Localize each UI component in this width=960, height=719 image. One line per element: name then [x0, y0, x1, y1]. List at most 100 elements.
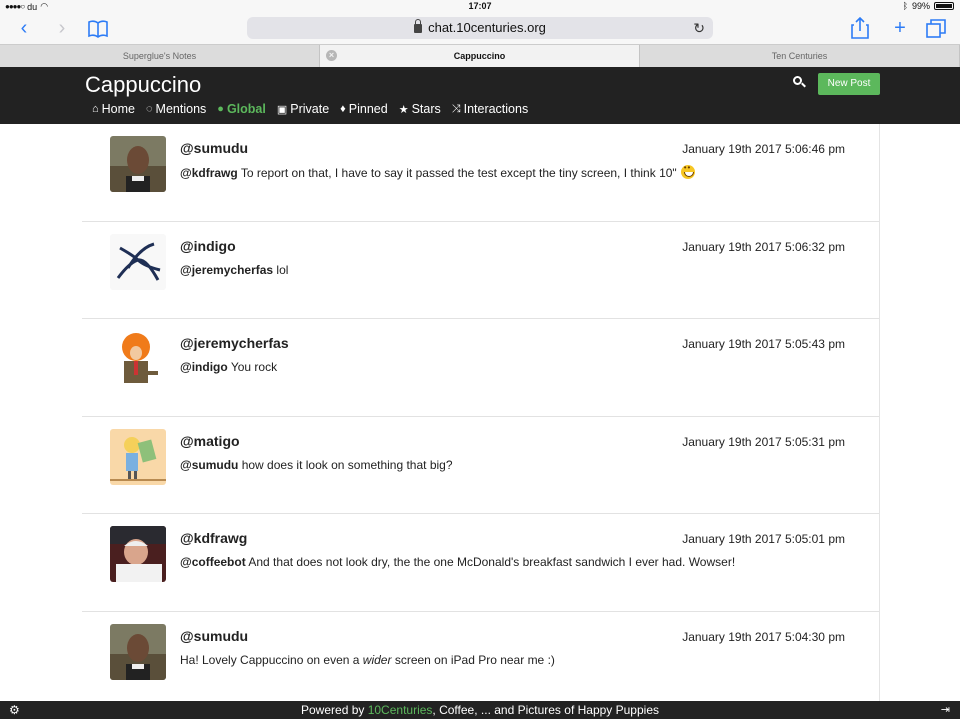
- post-timestamp[interactable]: January 19th 2017 5:06:32 pm: [682, 240, 845, 254]
- lock-icon: [414, 19, 423, 33]
- avatar[interactable]: [110, 526, 166, 583]
- browser-tabs: Superglue's Notes × Cappuccino Ten Centu…: [0, 44, 960, 67]
- nav-label: Interactions: [463, 102, 529, 116]
- url-text: chat.10centuries.org: [428, 20, 546, 35]
- star-icon: ★: [398, 103, 409, 116]
- back-icon[interactable]: ‹: [10, 16, 38, 40]
- nav-label: Private: [290, 102, 330, 116]
- nav-label: Pinned: [348, 102, 388, 116]
- post-username[interactable]: @sumudu: [180, 628, 248, 644]
- status-bar: ●●●●○ du ◠ 17:07 ᛒ 99%: [0, 0, 960, 14]
- tab-cappuccino[interactable]: × Cappuccino: [320, 45, 640, 67]
- main-nav: ⌂ Home ◌ Mentions ● Global ▣ Private ♦ Pinned…: [92, 102, 528, 116]
- post-username[interactable]: @indigo: [180, 238, 236, 254]
- post-timestamp[interactable]: January 19th 2017 5:05:31 pm: [682, 435, 845, 449]
- post-emphasis: wider: [362, 652, 392, 667]
- close-tab-icon[interactable]: ×: [326, 50, 337, 61]
- post-username[interactable]: @matigo: [180, 433, 240, 449]
- post-text: @kdfrawg To report on that, I have to sa…: [180, 163, 695, 180]
- post-item[interactable]: @indigo January 19th 2017 5:06:32 pm @je…: [82, 222, 879, 320]
- post-text: Ha! Lovely Cappuccino on even a wider sc…: [180, 653, 555, 667]
- avatar[interactable]: [110, 428, 166, 485]
- nav-private[interactable]: ▣ Private: [277, 102, 329, 116]
- nav-label: Home: [101, 102, 135, 116]
- post-timestamp[interactable]: January 19th 2017 5:05:43 pm: [682, 337, 845, 351]
- post-text: @indigo You rock: [180, 360, 277, 374]
- speech-bubbles-icon: ◌: [146, 103, 153, 115]
- post-body: how does it look on something that big?: [238, 457, 453, 472]
- tab-label: Ten Centuries: [771, 51, 828, 61]
- post-mention[interactable]: @sumudu: [180, 458, 238, 472]
- timeline: @sumudu January 19th 2017 5:06:46 pm @kd…: [82, 124, 880, 701]
- avatar[interactable]: [110, 623, 166, 680]
- tab-label: Superglue's Notes: [122, 51, 197, 61]
- bookmarks-icon[interactable]: [84, 16, 112, 45]
- home-icon: ⌂: [92, 103, 99, 115]
- globe-icon: ●: [217, 103, 224, 115]
- new-tab-icon[interactable]: +: [886, 16, 914, 40]
- nav-pinned[interactable]: ♦ Pinned: [340, 102, 388, 116]
- post-timestamp[interactable]: January 19th 2017 5:06:46 pm: [682, 142, 845, 156]
- post-timestamp[interactable]: January 19th 2017 5:04:30 pm: [682, 630, 845, 644]
- reload-icon[interactable]: ↻: [693, 17, 705, 39]
- avatar[interactable]: [110, 331, 166, 388]
- post-item[interactable]: @jeremycherfas January 19th 2017 5:05:43…: [82, 319, 879, 417]
- post-mention[interactable]: @coffeebot: [180, 555, 246, 569]
- post-timestamp[interactable]: January 19th 2017 5:05:01 pm: [682, 532, 845, 546]
- shuffle-icon: ⤨: [451, 102, 461, 115]
- post-body: And that does not look dry, the the one …: [245, 555, 736, 570]
- post-item[interactable]: @sumudu January 19th 2017 5:04:30 pm Ha!…: [82, 612, 879, 701]
- nav-interactions[interactable]: ⤨ Interactions: [452, 102, 528, 116]
- sign-out-icon[interactable]: ⇥: [941, 701, 950, 719]
- post-body: Ha! Lovely Cappuccino on even a: [180, 652, 363, 667]
- avatar[interactable]: [110, 136, 166, 192]
- app-header: Cappuccino New Post ⌂ Home ◌ Mentions ● Glo…: [0, 67, 960, 124]
- nav-stars[interactable]: ★ Stars: [399, 102, 441, 116]
- post-body: You rock: [227, 360, 278, 375]
- forward-icon[interactable]: ›: [48, 16, 76, 40]
- post-username[interactable]: @jeremycherfas: [180, 335, 289, 351]
- post-item[interactable]: @kdfrawg January 19th 2017 5:05:01 pm @c…: [82, 514, 879, 612]
- nav-global[interactable]: ● Global: [217, 102, 266, 116]
- nav-label: Mentions: [155, 102, 207, 116]
- post-username[interactable]: @kdfrawg: [180, 530, 247, 546]
- post-item[interactable]: @matigo January 19th 2017 5:05:31 pm @su…: [82, 417, 879, 515]
- search-icon[interactable]: [793, 76, 807, 90]
- share-icon[interactable]: [846, 16, 874, 45]
- browser-toolbar: ‹ › chat.10centuries.org ↻ +: [0, 14, 960, 44]
- post-body: lol: [273, 262, 289, 277]
- nav-mentions[interactable]: ◌ Mentions: [146, 102, 206, 116]
- post-body: screen on iPad Pro near me :): [391, 652, 555, 667]
- gear-icon[interactable]: ⚙: [9, 701, 20, 719]
- nav-label: Global: [226, 102, 266, 116]
- smiley-emoji-icon: [680, 163, 695, 179]
- tab-ten-centuries[interactable]: Ten Centuries: [640, 45, 960, 67]
- bluetooth-icon: ᛒ: [902, 1, 908, 11]
- tab-superglues-notes[interactable]: Superglue's Notes: [0, 45, 320, 67]
- battery-icon: [934, 2, 954, 10]
- post-item[interactable]: @sumudu January 19th 2017 5:06:46 pm @kd…: [82, 124, 879, 222]
- post-mention[interactable]: @kdfrawg: [180, 166, 238, 180]
- post-mention[interactable]: @indigo: [180, 360, 228, 374]
- pin-icon: ♦: [340, 103, 346, 115]
- lock-icon: ▣: [276, 103, 288, 116]
- avatar[interactable]: [110, 233, 166, 290]
- post-username[interactable]: @sumudu: [180, 140, 248, 156]
- nav-label: Stars: [411, 102, 441, 116]
- status-right: ᛒ 99%: [903, 1, 954, 11]
- battery-percent: 99%: [911, 1, 930, 11]
- post-body: To report on that, I have to say it pass…: [237, 166, 677, 180]
- new-post-button[interactable]: New Post: [818, 73, 880, 95]
- clock: 17:07: [468, 1, 492, 11]
- app-footer: ⚙ Powered by 10Centuries, Coffee, ... an…: [0, 701, 960, 719]
- post-text: @jeremycherfas lol: [180, 263, 288, 277]
- post-text: @sumudu how does it look on something th…: [180, 458, 453, 472]
- post-text: @coffeebot And that does not look dry, t…: [180, 555, 735, 569]
- post-mention[interactable]: @jeremycherfas: [180, 263, 273, 277]
- footer-link-10centuries[interactable]: 10Centuries: [368, 703, 433, 717]
- app-title[interactable]: Cappuccino: [85, 72, 201, 98]
- nav-home[interactable]: ⌂ Home: [92, 102, 135, 116]
- tabs-overview-icon[interactable]: [922, 16, 950, 45]
- address-bar[interactable]: chat.10centuries.org ↻: [247, 17, 713, 39]
- footer-prefix: Powered by: [301, 703, 368, 717]
